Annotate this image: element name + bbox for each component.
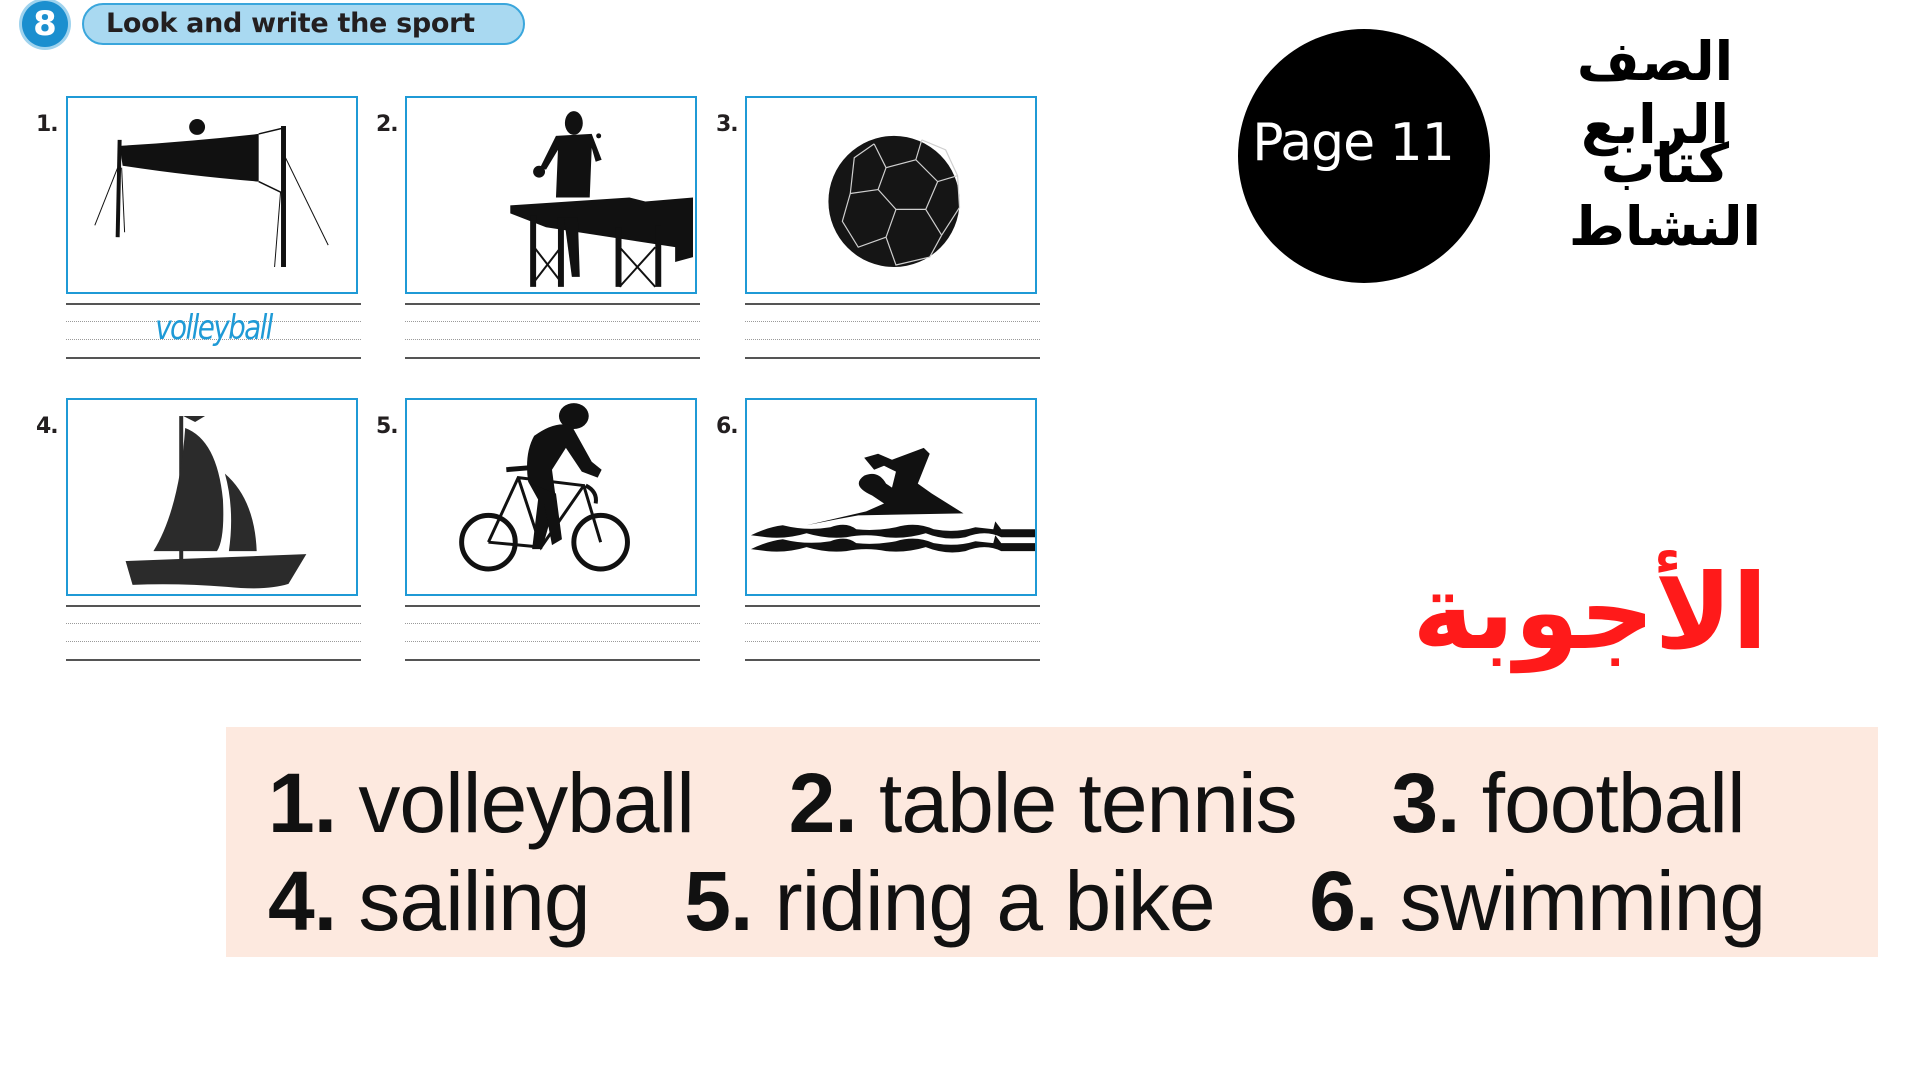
writing-lines-3[interactable] (745, 303, 1040, 361)
picture-box-1 (66, 96, 358, 294)
item-number: 1. (36, 112, 59, 137)
answer-text: swimming (1399, 854, 1766, 948)
answer-text: riding a bike (774, 854, 1216, 948)
line (745, 303, 1040, 305)
writing-lines-1[interactable]: volleyball (66, 303, 361, 361)
line (405, 357, 700, 359)
book-label: كتاب النشاط (1568, 132, 1762, 258)
line (405, 623, 700, 624)
line (745, 605, 1040, 607)
answer-number: 4. (268, 854, 337, 948)
volleyball-net-icon (94, 119, 329, 268)
line (405, 303, 700, 305)
answers-title: الأجوبة (1412, 551, 1768, 673)
cyclist-icon (459, 403, 630, 572)
line (745, 321, 1040, 322)
picture-box-5 (405, 398, 697, 596)
item-number: 3. (716, 112, 739, 137)
answer-number: 2. (788, 756, 858, 850)
line (745, 357, 1040, 359)
answer-text: volleyball (358, 756, 695, 850)
item-number: 2. (376, 112, 399, 137)
writing-lines-6[interactable] (745, 605, 1040, 663)
answer-text: football (1481, 756, 1746, 850)
page-number-label: Page 11 (1252, 113, 1455, 173)
exercise-number-badge: 8 (22, 1, 68, 47)
line (745, 659, 1040, 661)
line (66, 623, 361, 624)
writing-lines-5[interactable] (405, 605, 700, 663)
line (745, 641, 1040, 642)
item-number: 6. (716, 414, 739, 439)
answer-text: sailing (358, 854, 590, 948)
line (745, 623, 1040, 624)
picture-box-2 (405, 96, 697, 294)
line (405, 605, 700, 607)
table-tennis-player-icon (510, 111, 694, 288)
answer-key-box: 1. volleyball 2. table tennis 3. footbal… (226, 727, 1878, 957)
line (405, 339, 700, 340)
picture-box-4 (66, 398, 358, 596)
item-number: 4. (36, 414, 59, 439)
line (66, 303, 361, 305)
answer-row-1: 1. volleyball 2. table tennis 3. footbal… (268, 761, 1746, 845)
line (66, 659, 361, 661)
line (66, 605, 361, 607)
answer-text: table tennis (879, 756, 1298, 850)
sailboat-icon (125, 416, 307, 589)
writing-lines-2[interactable] (405, 303, 700, 361)
line (405, 641, 700, 642)
handwritten-answer: volleyball (155, 308, 273, 348)
answer-number: 6. (1309, 854, 1378, 948)
answer-number: 3. (1391, 756, 1460, 850)
football-ball-icon (828, 135, 961, 267)
answer-number: 5. (684, 854, 753, 948)
exercise-title: Look and write the sport (82, 3, 525, 45)
picture-box-3 (745, 96, 1037, 294)
swimmer-icon (750, 447, 1035, 553)
picture-box-6 (745, 398, 1037, 596)
answer-row-2: 4. sailing 5. riding a bike 6. swimming (268, 859, 1766, 943)
line (66, 357, 361, 359)
line (405, 321, 700, 322)
line (745, 339, 1040, 340)
line (405, 659, 700, 661)
line (66, 641, 361, 642)
writing-lines-4[interactable] (66, 605, 361, 663)
item-number: 5. (376, 414, 399, 439)
answer-number: 1. (268, 756, 337, 850)
